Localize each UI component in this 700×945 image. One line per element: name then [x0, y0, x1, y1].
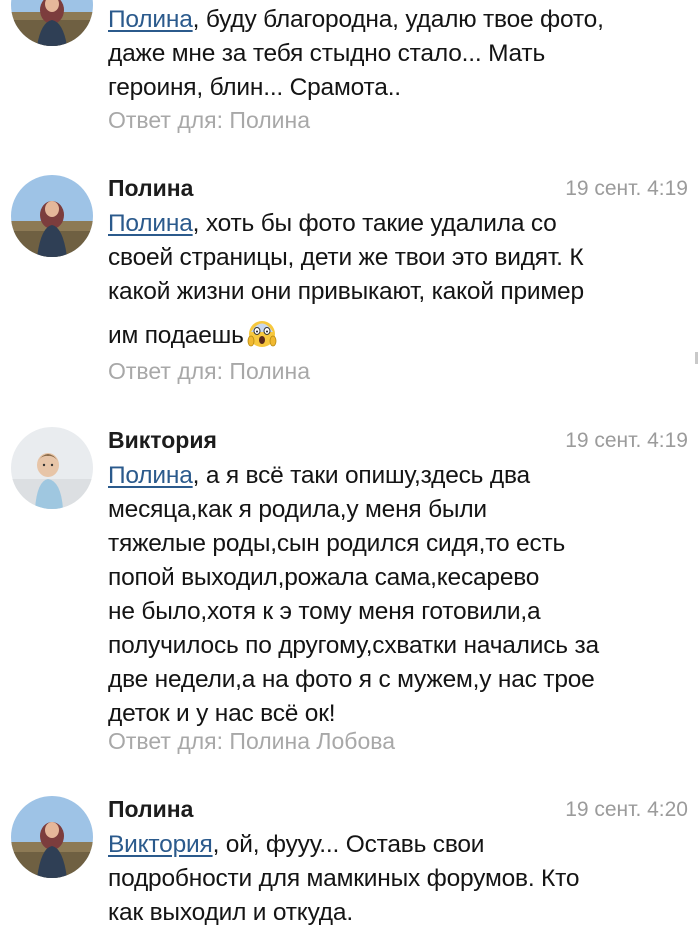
mention-link[interactable]: Виктория	[108, 831, 213, 858]
comment-line: месяца,как я родила,у меня были	[108, 496, 487, 523]
comment-line: попой выходил,рожала сама,кесарево	[108, 564, 540, 591]
avatar[interactable]	[11, 427, 93, 509]
comment-date: 19 сент. 4:19	[565, 429, 688, 452]
comment-text: Полина, хоть бы фото такие удалила со св…	[108, 207, 693, 353]
comment-line: деток и у нас всё ок!	[108, 700, 336, 727]
comment-text: Виктория, ой, фууу... Оставь свои подроб…	[108, 828, 693, 930]
avatar[interactable]	[11, 175, 93, 257]
mention-link[interactable]: Полина	[108, 462, 193, 489]
scroll-indicator	[695, 352, 698, 364]
avatar[interactable]	[11, 0, 93, 46]
comment-author[interactable]: Полина	[108, 175, 193, 202]
reply-link[interactable]: Ответ для: Полина	[108, 107, 310, 134]
mention-link[interactable]: Полина	[108, 6, 193, 33]
comment-line: подробности для мамкиных форумов. Кто	[108, 865, 580, 892]
comment-line: какой жизни они привыкают, какой пример	[108, 278, 584, 305]
comment-line: две недели,а на фото я с мужем,у нас тро…	[108, 666, 595, 693]
avatar[interactable]	[11, 796, 93, 878]
comment-line: героиня, блин... Срамота..	[108, 74, 401, 101]
comment-author[interactable]: Виктория	[108, 427, 217, 454]
comment-text: Полина, буду благородна, удалю твое фото…	[108, 3, 693, 105]
screaming-face-emoji-icon	[246, 317, 278, 349]
comment-line: , а я всё таки опишу,здесь два	[192, 462, 530, 489]
comment-line: тяжелые роды,сын родился сидя,то есть	[108, 530, 566, 557]
comment-line: как выходил и откуда.	[108, 899, 353, 926]
comment-line: , ой, фууу... Оставь свои	[212, 831, 485, 858]
reply-link[interactable]: Ответ для: Полина Лобова	[108, 728, 395, 755]
comment-date: 19 сент. 4:20	[565, 798, 688, 821]
comment-line: , хоть бы фото такие удалила со	[192, 210, 557, 237]
comment-line: даже мне за тебя стыдно стало... Мать	[108, 40, 546, 67]
comment-author[interactable]: Полина	[108, 796, 193, 823]
comment-text: Полина, а я всё таки опишу,здесь два мес…	[108, 459, 693, 731]
mention-link[interactable]: Полина	[108, 210, 193, 237]
comment-line: им подаешь	[108, 322, 244, 349]
comment-line: получилось по другому,схватки начались з…	[108, 632, 599, 659]
comment-line: своей страницы, дети же твои это видят. …	[108, 244, 584, 271]
reply-link[interactable]: Ответ для: Полина	[108, 358, 310, 385]
comment-date: 19 сент. 4:19	[565, 177, 688, 200]
comment-line: не было,хотя к э тому меня готовили,а	[108, 598, 541, 625]
comment-line: , буду благородна, удалю твое фото,	[192, 6, 604, 33]
